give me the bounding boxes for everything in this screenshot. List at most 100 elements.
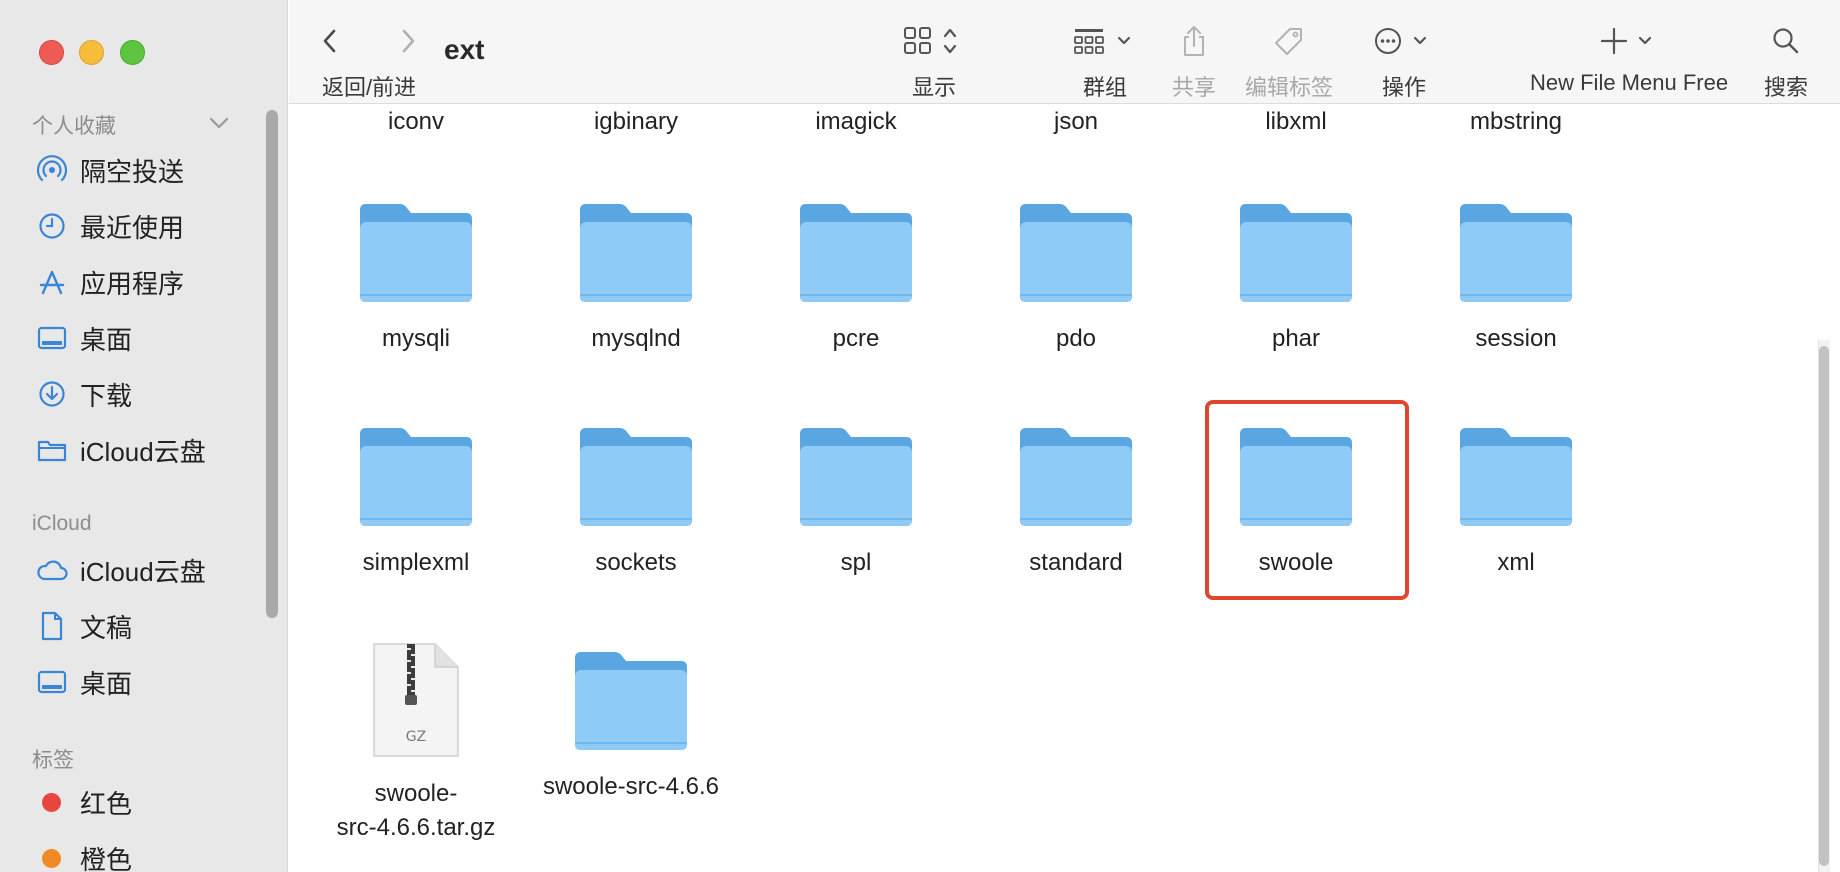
folder-item[interactable]: mysqlnd: [526, 200, 746, 356]
folder-item[interactable]: spl: [746, 424, 966, 580]
folder-item[interactable]: session: [1406, 200, 1626, 356]
sidebar-item-icloud[interactable]: iCloud云盘: [36, 550, 276, 590]
sidebar-item-icloud-drive[interactable]: iCloud云盘: [36, 430, 276, 470]
sidebar: 个人收藏 隔空投送 最近使用 应用程序 桌面 下载 iCloud云盘 iClou…: [0, 0, 288, 872]
icloud-header: iCloud: [32, 512, 92, 535]
back-forward-group: 返回/前进: [319, 22, 419, 102]
file-item[interactable]: mbstring: [1406, 105, 1626, 139]
document-icon: [36, 610, 68, 642]
sidebar-item-tag-orange[interactable]: 橙色: [36, 838, 276, 872]
archive-item[interactable]: GZ swoole- src-4.6.6.tar.gz: [306, 641, 526, 845]
search-label: 搜索: [1764, 75, 1809, 100]
archive-badge: GZ: [406, 729, 426, 745]
share-button[interactable]: 共享: [1172, 22, 1216, 102]
file-name: imagick: [815, 108, 897, 135]
file-item[interactable]: iconv: [306, 105, 526, 139]
applications-icon: [36, 266, 68, 298]
close-window-button[interactable]: [39, 40, 64, 65]
folder-item[interactable]: phar: [1186, 200, 1406, 356]
edit-tags-button[interactable]: 编辑标签: [1245, 22, 1333, 102]
action-button[interactable]: 操作: [1373, 22, 1435, 102]
forward-chevron-icon[interactable]: [397, 26, 419, 56]
orange-tag-icon: [42, 848, 61, 868]
sidebar-item-label: 隔空投送: [80, 156, 185, 187]
file-name: pcre: [832, 325, 880, 352]
sidebar-item-label: 橙色: [80, 844, 133, 872]
airdrop-icon: [36, 154, 68, 186]
folder-icon: [1240, 428, 1352, 526]
folder-item[interactable]: standard: [966, 424, 1186, 580]
cloud-icon: [36, 554, 68, 586]
folder-item[interactable]: sockets: [526, 424, 746, 580]
sidebar-item-airdrop[interactable]: 隔空投送: [36, 150, 276, 190]
share-label: 共享: [1172, 75, 1217, 100]
sidebar-item-label: iCloud云盘: [80, 436, 206, 467]
clock-icon: [36, 210, 68, 242]
folder-item[interactable]: xml: [1406, 424, 1626, 580]
minimize-window-button[interactable]: [79, 40, 104, 65]
folder-icon: [1460, 428, 1572, 526]
window-title: ext: [444, 34, 485, 65]
folder-icon: [800, 428, 912, 526]
sidebar-item-label: 红色: [80, 788, 133, 819]
download-icon: [36, 378, 68, 410]
folder-item[interactable]: pcre: [746, 200, 966, 356]
file-item[interactable]: imagick: [746, 105, 966, 139]
sidebar-item-label: 下载: [80, 380, 133, 411]
grid-view-icon: [904, 27, 957, 54]
file-name: spl: [840, 549, 872, 576]
sidebar-item-tag-red[interactable]: 红色: [36, 782, 276, 822]
folder-item[interactable]: swoole-src-4.6.6: [521, 648, 741, 804]
file-item[interactable]: igbinary: [526, 105, 746, 139]
sidebar-item-label: 桌面: [80, 324, 133, 355]
file-name: phar: [1271, 325, 1321, 352]
folder-icon: [580, 204, 692, 302]
share-icon: [1184, 26, 1204, 56]
sidebar-item-applications[interactable]: 应用程序: [36, 262, 276, 302]
file-name: iconv: [387, 108, 445, 135]
desktop-icon: [36, 322, 68, 354]
file-name: simplexml: [362, 549, 470, 576]
sidebar-item-label: 最近使用: [80, 212, 185, 243]
chevron-down-icon[interactable]: [208, 112, 230, 134]
folder-item[interactable]: pdo: [966, 200, 1186, 356]
file-item[interactable]: json: [966, 105, 1186, 139]
plus-icon: [1600, 27, 1652, 55]
folder-icon: [360, 428, 472, 526]
sidebar-scrollbar[interactable]: [266, 110, 278, 618]
file-name: swoole: [1258, 549, 1334, 576]
maximize-window-button[interactable]: [120, 40, 145, 65]
search-button[interactable]: 搜索: [1764, 22, 1808, 102]
finder-window: 个人收藏 隔空投送 最近使用 应用程序 桌面 下载 iCloud云盘 iClou…: [0, 0, 1840, 872]
group-label: 群组: [1082, 75, 1127, 100]
folder-icon: [1240, 204, 1352, 302]
new-file-button[interactable]: New File Menu Free: [1530, 22, 1728, 96]
sidebar-item-downloads[interactable]: 下载: [36, 374, 276, 414]
content-scrollbar[interactable]: [1819, 346, 1829, 866]
folder-icon: [36, 434, 68, 466]
file-item[interactable]: libxml: [1186, 105, 1406, 139]
file-name: libxml: [1265, 108, 1327, 135]
folder-item[interactable]: mysqli: [306, 200, 526, 356]
folder-icon: [1020, 204, 1132, 302]
folder-item[interactable]: simplexml: [306, 424, 526, 580]
file-name: session: [1475, 325, 1557, 352]
toolbar: 返回/前进 ext 显示 群组 共享 编辑标签 操作 New File Menu…: [289, 0, 1840, 104]
file-name-line1: swoole-: [374, 780, 458, 807]
back-forward-label: 返回/前进: [321, 75, 417, 100]
edit-tags-label: 编辑标签: [1245, 75, 1334, 100]
back-chevron-icon[interactable]: [319, 26, 341, 56]
file-name: xml: [1497, 549, 1535, 576]
file-name: swoole-src-4.6.6: [542, 773, 720, 800]
sidebar-item-documents[interactable]: 文稿: [36, 606, 276, 646]
file-name: mbstring: [1469, 108, 1563, 135]
desktop-icon: [36, 666, 68, 698]
group-button[interactable]: 群组: [1073, 22, 1137, 102]
view-button[interactable]: 显示: [903, 22, 965, 102]
sidebar-item-desktop[interactable]: 桌面: [36, 318, 276, 358]
sidebar-item-icloud-desktop[interactable]: 桌面: [36, 662, 276, 702]
file-name-line2: src-4.6.6.tar.gz: [336, 814, 496, 841]
sidebar-item-recents[interactable]: 最近使用: [36, 206, 276, 246]
folder-item-swoole[interactable]: swoole: [1186, 424, 1406, 580]
view-label: 显示: [911, 75, 956, 100]
